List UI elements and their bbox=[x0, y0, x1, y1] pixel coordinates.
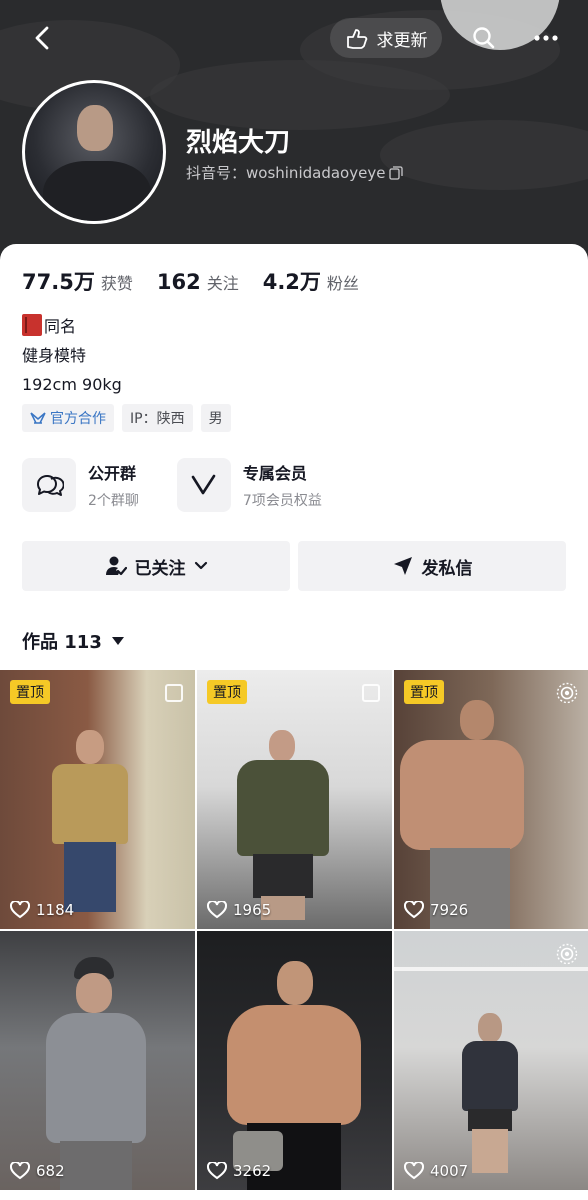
chat-bubbles-icon bbox=[36, 474, 64, 496]
heart-icon bbox=[404, 1162, 424, 1180]
group-title: 公开群 bbox=[88, 464, 137, 483]
bio-line: 192cm 90kg bbox=[22, 375, 122, 394]
pinned-badge: 置顶 bbox=[207, 680, 247, 704]
bio-line: 同名 bbox=[44, 317, 77, 336]
request-update-button[interactable]: 求更新 bbox=[330, 18, 442, 58]
entry-row: 公开群 2个群聊 专属会员 7项会员权益 bbox=[22, 458, 322, 512]
member-v-icon bbox=[191, 474, 216, 495]
stat-label: 粉丝 bbox=[326, 274, 359, 293]
video-thumbnail[interactable]: 4007 bbox=[394, 931, 588, 1190]
ip-tag: IP：陕西 bbox=[122, 404, 193, 432]
official-cooperation-tag[interactable]: 官方合作 bbox=[22, 404, 114, 432]
like-count: 1184 bbox=[10, 901, 74, 919]
works-label: 作品 113 bbox=[22, 632, 102, 653]
heart-icon bbox=[207, 1162, 227, 1180]
followed-button[interactable]: 已关注 bbox=[22, 541, 290, 591]
stat-label: 获赞 bbox=[100, 274, 133, 293]
request-update-label: 求更新 bbox=[376, 30, 428, 51]
member-title: 专属会员 bbox=[242, 464, 307, 483]
live-photo-icon bbox=[556, 943, 578, 969]
search-button[interactable] bbox=[462, 18, 506, 58]
nickname: 烈焰大刀 bbox=[186, 128, 291, 158]
stat-likes[interactable]: 77.5万 获赞 bbox=[22, 266, 133, 296]
heart-icon bbox=[10, 1162, 30, 1180]
like-count-value: 4007 bbox=[430, 1162, 469, 1180]
stat-label: 关注 bbox=[206, 274, 239, 293]
video-thumbnail[interactable]: 置顶 7926 bbox=[394, 670, 588, 929]
gender-tag: 男 bbox=[200, 404, 231, 432]
select-checkbox[interactable] bbox=[165, 684, 183, 702]
public-group-entry[interactable]: 公开群 2个群聊 bbox=[22, 458, 139, 512]
heart-icon bbox=[404, 901, 424, 919]
like-count-value: 1965 bbox=[233, 901, 272, 919]
video-thumbnail[interactable]: 3262 bbox=[197, 931, 392, 1190]
stat-value: 162 bbox=[156, 270, 201, 294]
select-checkbox[interactable] bbox=[362, 684, 380, 702]
video-thumbnail[interactable]: 682 bbox=[0, 931, 195, 1190]
heart-icon bbox=[10, 901, 30, 919]
like-count: 3262 bbox=[207, 1162, 271, 1180]
book-icon bbox=[22, 314, 42, 336]
search-icon bbox=[473, 27, 495, 49]
video-grid: 置顶 1184 置顶 1965 置顶 7926 682 3262 4007 bbox=[0, 670, 588, 1190]
profile-header: 求更新 烈焰大刀 抖音号：woshinidadaoyeye bbox=[0, 0, 588, 262]
more-dots-icon bbox=[534, 35, 558, 41]
pinned-badge: 置顶 bbox=[10, 680, 50, 704]
stat-value: 4.2万 bbox=[262, 270, 321, 294]
group-subtitle: 2个群聊 bbox=[88, 493, 139, 509]
stat-followers[interactable]: 4.2万 粉丝 bbox=[263, 266, 359, 296]
stats-row: 77.5万 获赞 162 关注 4.2万 粉丝 bbox=[22, 266, 359, 296]
works-tab[interactable]: 作品 113 bbox=[22, 628, 124, 654]
profile-sheet: 77.5万 获赞 162 关注 4.2万 粉丝 同名 健身模特 192cm 90… bbox=[0, 244, 588, 1200]
official-tag-label: 官方合作 bbox=[50, 411, 106, 427]
caret-down-icon bbox=[111, 637, 124, 645]
like-count-value: 7926 bbox=[430, 901, 469, 919]
send-message-button[interactable]: 发私信 bbox=[298, 541, 566, 591]
like-count-value: 1184 bbox=[36, 901, 75, 919]
send-message-label: 发私信 bbox=[421, 558, 473, 579]
chevron-down-icon bbox=[194, 561, 207, 570]
like-count-value: 3262 bbox=[233, 1162, 272, 1180]
avatar[interactable] bbox=[22, 80, 166, 224]
video-thumbnail[interactable]: 置顶 1184 bbox=[0, 670, 195, 929]
tag-row: 官方合作 IP：陕西 男 bbox=[22, 404, 231, 432]
back-button[interactable] bbox=[22, 18, 62, 58]
hand-point-icon bbox=[346, 29, 367, 49]
followed-label: 已关注 bbox=[134, 558, 186, 579]
action-row: 已关注 发私信 bbox=[22, 541, 566, 591]
like-count: 7926 bbox=[404, 901, 468, 919]
video-thumbnail[interactable]: 置顶 1965 bbox=[197, 670, 392, 929]
like-count: 4007 bbox=[404, 1162, 468, 1180]
user-check-icon bbox=[105, 556, 127, 576]
stat-value: 77.5万 bbox=[22, 270, 95, 294]
heart-icon bbox=[207, 901, 227, 919]
member-subtitle: 7项会员权益 bbox=[242, 493, 322, 509]
cooperation-icon bbox=[30, 412, 46, 424]
like-count-value: 682 bbox=[36, 1162, 65, 1180]
like-count: 682 bbox=[10, 1162, 65, 1180]
like-count: 1965 bbox=[207, 901, 271, 919]
bio-line: 健身模特 bbox=[22, 346, 87, 365]
douyin-id: 抖音号：woshinidadaoyeye bbox=[186, 162, 404, 183]
copy-icon[interactable] bbox=[389, 165, 404, 180]
stat-following[interactable]: 162 关注 bbox=[157, 270, 239, 294]
bio: 同名 健身模特 192cm 90kg bbox=[22, 312, 122, 399]
chevron-left-icon bbox=[35, 26, 49, 50]
send-icon bbox=[393, 557, 412, 575]
exclusive-member-entry[interactable]: 专属会员 7项会员权益 bbox=[176, 458, 322, 512]
more-button[interactable] bbox=[524, 18, 568, 58]
live-photo-icon bbox=[556, 682, 578, 708]
pinned-badge: 置顶 bbox=[404, 680, 444, 704]
douyin-id-text: 抖音号：woshinidadaoyeye bbox=[186, 164, 386, 182]
